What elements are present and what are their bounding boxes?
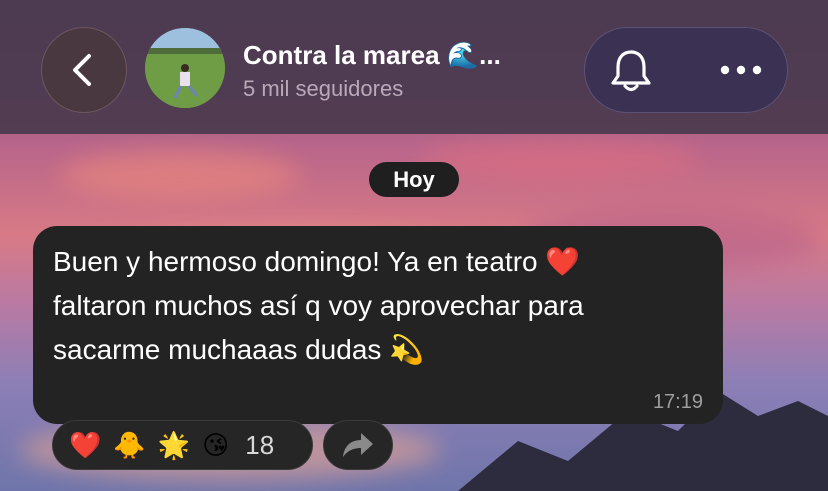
reaction-star[interactable]: 🌟 xyxy=(158,432,190,458)
reactions-bar[interactable]: ❤️ 🐥 🌟 😘 18 xyxy=(52,420,313,470)
header-actions xyxy=(584,27,788,113)
message-bubble[interactable]: Buen y hermoso domingo! Ya en teatro ❤️ … xyxy=(33,226,723,424)
reaction-chick[interactable]: 🐥 xyxy=(113,432,145,458)
reaction-kiss[interactable]: 😘 xyxy=(202,432,229,458)
channel-avatar[interactable] xyxy=(145,28,225,108)
chevron-left-icon xyxy=(73,54,91,86)
bell-icon[interactable] xyxy=(609,48,653,94)
forward-button[interactable] xyxy=(323,420,393,470)
reaction-heart[interactable]: ❤️ xyxy=(69,432,101,458)
message-text: Buen y hermoso domingo! Ya en teatro ❤️ … xyxy=(53,246,584,365)
back-button[interactable] xyxy=(41,27,127,113)
message-time: 17:19 xyxy=(652,391,703,413)
reaction-count: 18 xyxy=(245,429,275,460)
date-separator: Hoy xyxy=(369,162,459,197)
channel-header: Contra la marea 🌊... 5 mil seguidores xyxy=(0,0,828,134)
follower-count: 5 mil seguidores xyxy=(243,76,404,101)
share-forward-icon xyxy=(343,433,373,457)
more-horizontal-icon[interactable] xyxy=(717,58,765,82)
channel-title[interactable]: Contra la marea 🌊... xyxy=(243,40,501,71)
